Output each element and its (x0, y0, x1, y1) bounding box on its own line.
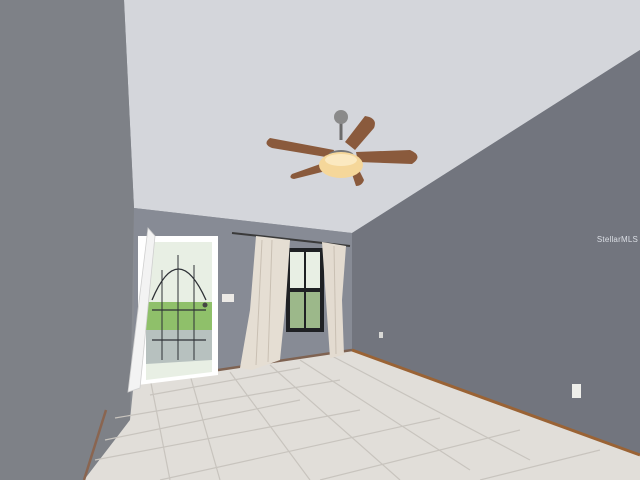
window (286, 248, 324, 332)
room-photo (0, 0, 640, 480)
door-handle-icon (202, 302, 208, 308)
watermark: StellarMLS (596, 235, 638, 244)
wall-outlet-icon (572, 384, 581, 398)
light-switch-icon (222, 294, 234, 302)
left-wall (0, 0, 134, 480)
wall-outlet-icon (379, 332, 383, 338)
patio-door (127, 227, 218, 393)
